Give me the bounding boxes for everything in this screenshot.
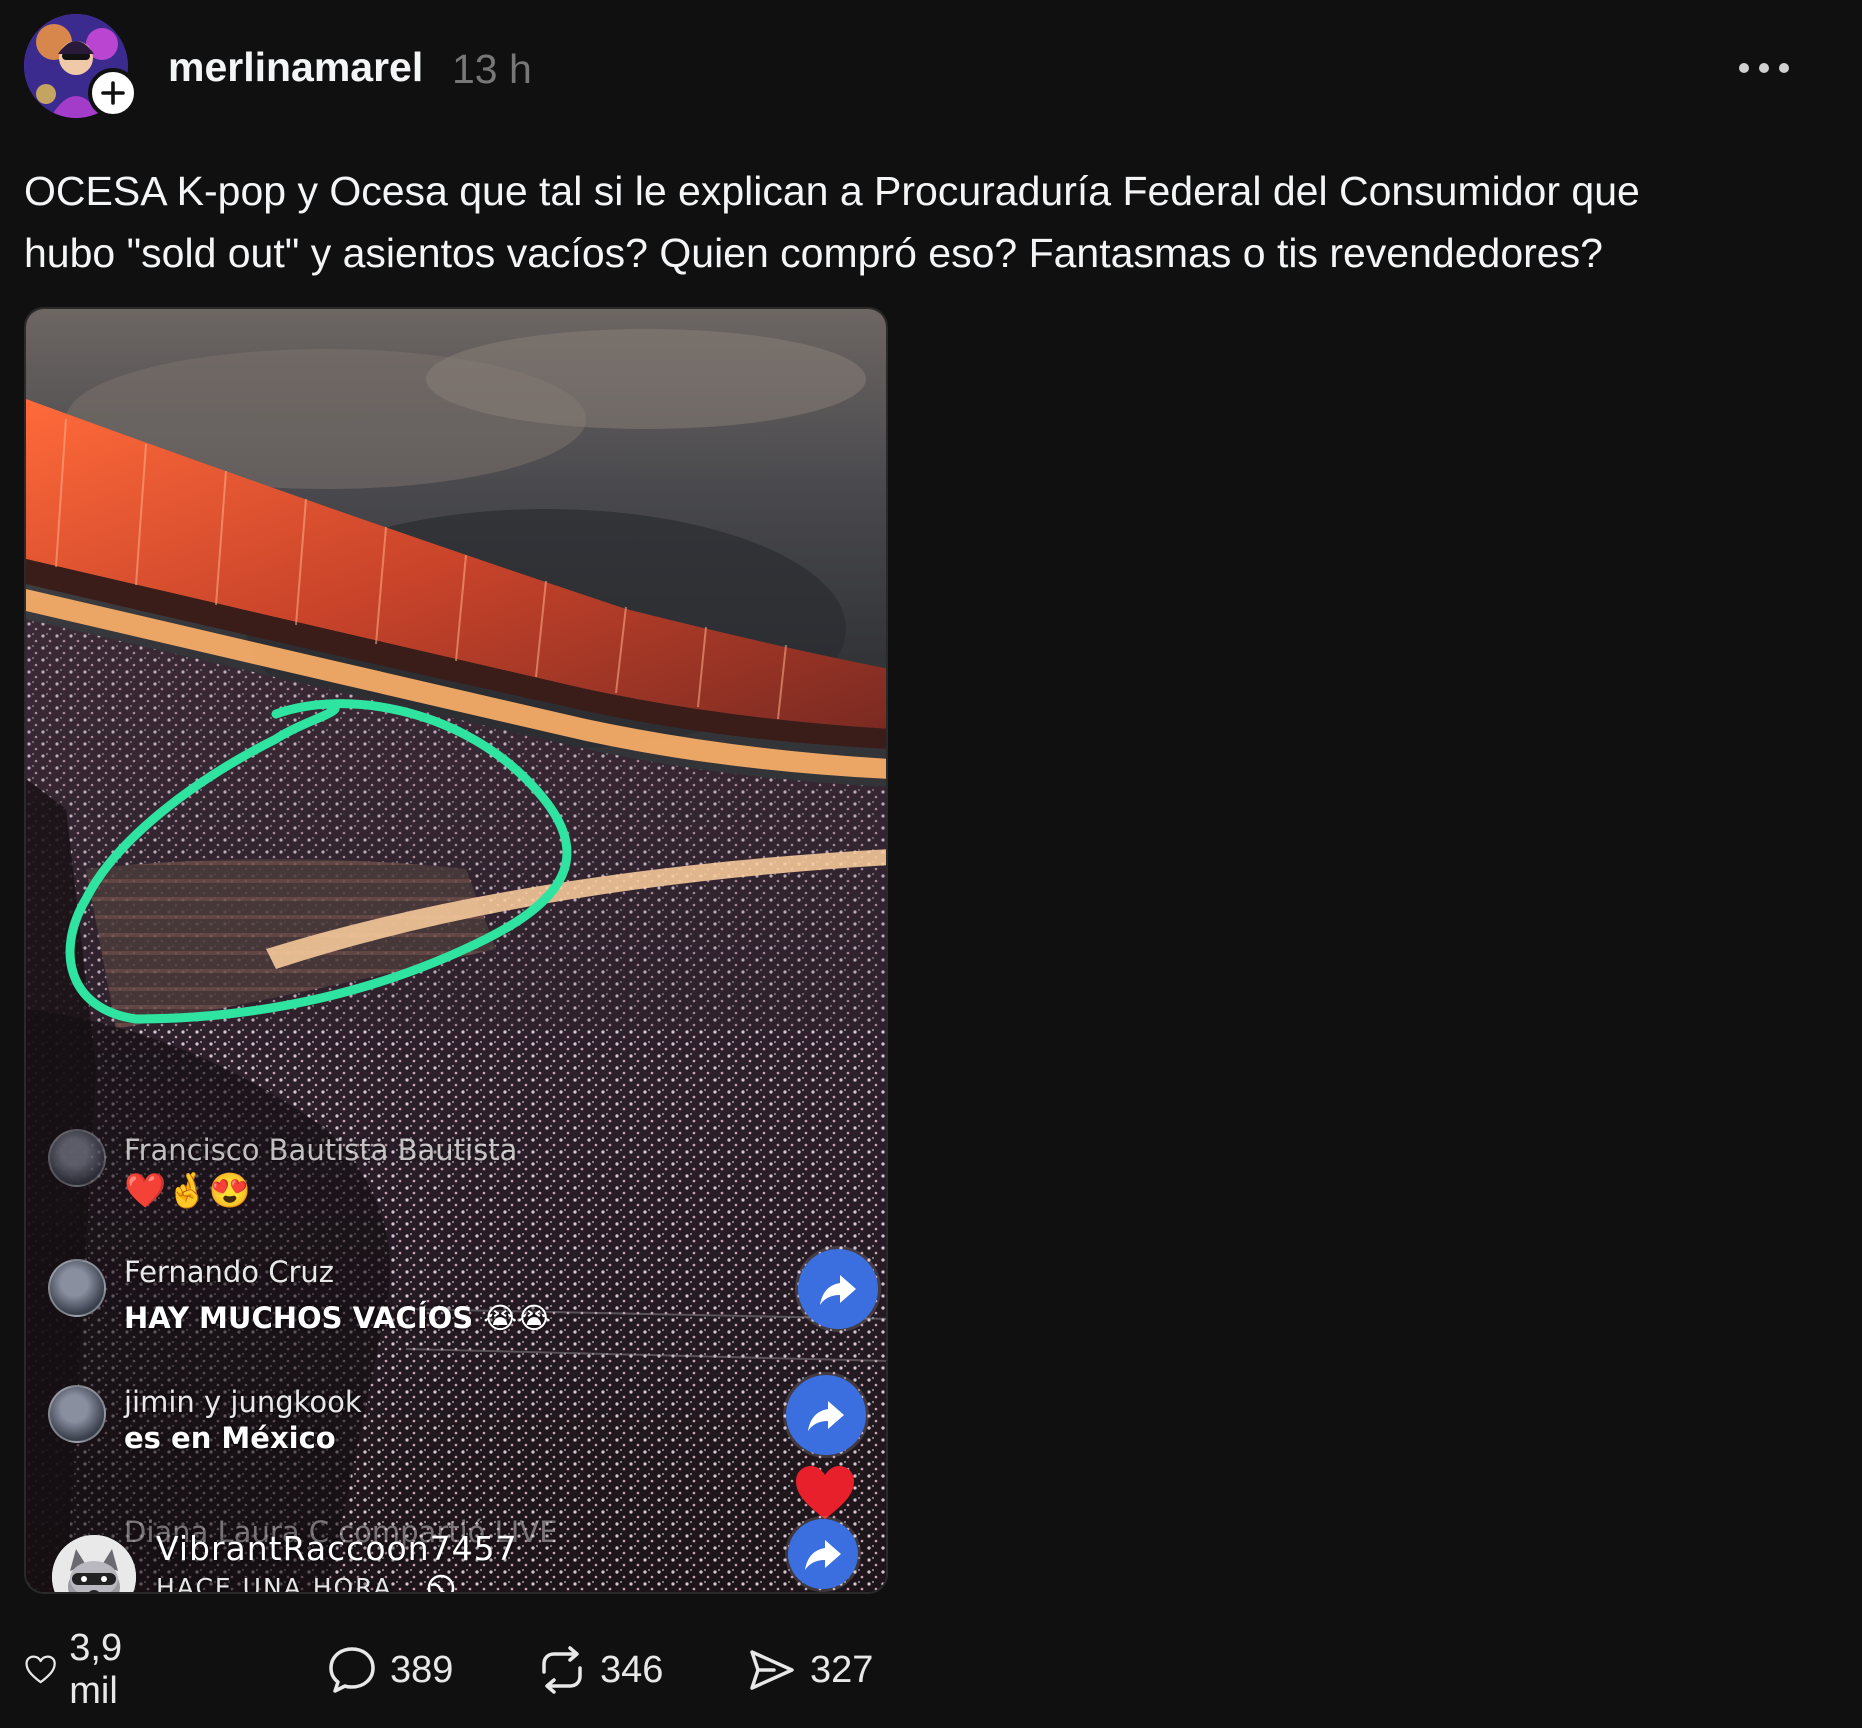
comment-bubble-icon — [329, 1647, 375, 1693]
threads-post: merlinamarel 13 h OCESA K-pop y Ocesa qu… — [0, 0, 1862, 1728]
globe-icon — [427, 1574, 455, 1592]
comment-count: 389 — [390, 1648, 454, 1691]
post-media-image[interactable]: Francisco Bautista Bautista ❤️🤞😍 Fernand… — [24, 307, 888, 1594]
heart-icon — [25, 1655, 56, 1684]
like-button[interactable]: 3,9 mil — [24, 1627, 141, 1712]
viewer-time: HACE UNA HORA — [156, 1573, 393, 1594]
share-bubble-1 — [798, 1249, 878, 1329]
send-icon — [750, 1650, 794, 1690]
repost-button[interactable]: 346 — [536, 1640, 663, 1700]
repost-count: 346 — [600, 1648, 664, 1691]
post-timestamp: 13 h — [452, 46, 532, 92]
share-arrow-icon — [808, 1401, 844, 1431]
username[interactable]: merlinamarel — [168, 44, 423, 91]
author-avatar[interactable] — [24, 14, 138, 124]
comment-1-name: Francisco Bautista Bautista — [124, 1133, 518, 1167]
comment-3-avatar — [48, 1385, 106, 1443]
comment-2-name: Fernando Cruz — [124, 1255, 335, 1289]
share-bubble-2 — [786, 1375, 866, 1455]
more-options-icon — [1739, 63, 1789, 73]
comment-1-avatar — [48, 1129, 106, 1187]
repost-icon — [542, 1646, 582, 1694]
share-button[interactable]: 327 — [746, 1640, 873, 1700]
comment-1-emojis: ❤️🤞😍 — [124, 1172, 252, 1210]
share-count: 327 — [810, 1648, 874, 1691]
heart-reaction-icon — [796, 1466, 854, 1519]
follow-button[interactable] — [88, 68, 138, 118]
share-arrow-icon — [820, 1275, 856, 1305]
comment-2-text: HAY MUCHOS VACÍOS 😭😭 — [124, 1301, 552, 1335]
comment-3-text: es en México — [124, 1421, 336, 1455]
share-arrow-icon — [805, 1540, 841, 1570]
like-count: 3,9 mil — [69, 1627, 123, 1712]
share-bubble-3 — [788, 1519, 858, 1589]
comment-button[interactable]: 389 — [326, 1640, 453, 1700]
comment-3-name: jimin y jungkook — [124, 1385, 362, 1419]
more-options-button[interactable] — [1734, 50, 1794, 86]
plus-icon — [101, 81, 125, 105]
comment-2-avatar — [48, 1259, 106, 1317]
live-overlay: Francisco Bautista Bautista ❤️🤞😍 Fernand… — [26, 309, 886, 1594]
post-text: OCESA K-pop y Ocesa que tal si le explic… — [24, 168, 1640, 276]
viewer-name: VibrantRaccoon7457 — [156, 1529, 518, 1568]
